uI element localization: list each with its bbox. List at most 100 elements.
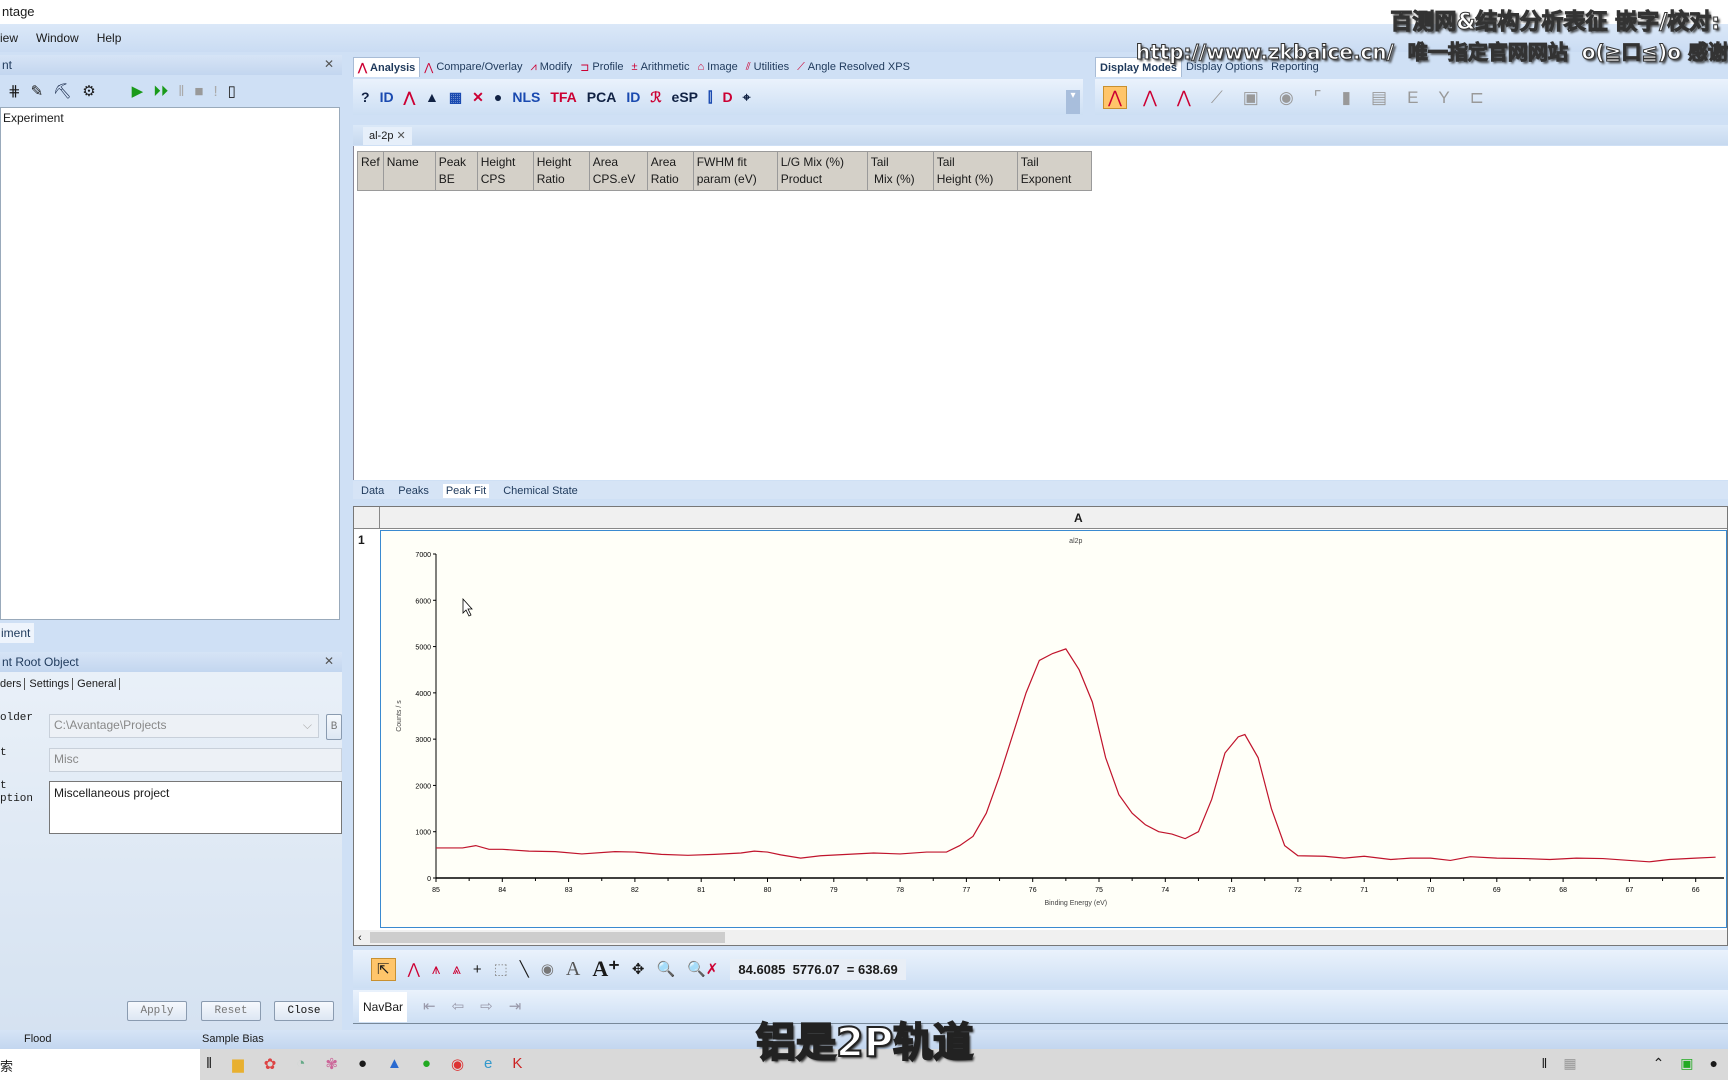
app-icon[interactable]: ✿	[264, 1055, 277, 1073]
ribbon-tab-utilities[interactable]: ⫽ Utilities	[742, 57, 793, 77]
region-select-icon[interactable]: ⬚	[494, 962, 508, 977]
tab-folders[interactable]: ders	[0, 678, 26, 690]
stop-icon[interactable]: ■	[194, 84, 203, 99]
analysis-tool-icon[interactable]: PCA	[587, 90, 617, 104]
analysis-tool-icon[interactable]: D	[722, 90, 732, 104]
analysis-tool-icon[interactable]: ID	[626, 90, 640, 104]
pan-icon[interactable]: ✥	[632, 962, 645, 977]
add-peak-icon[interactable]: ⋀	[408, 962, 420, 977]
taskbar-search[interactable]: 索	[0, 1049, 200, 1080]
column-header[interactable]: Tail Height (%)	[932, 151, 1018, 191]
close-icon[interactable]: ✕	[324, 654, 334, 668]
display-mode-icon[interactable]: ⊏	[1466, 87, 1488, 108]
folder-select[interactable]: C:\Avantage\Projects ⌵	[49, 714, 319, 738]
close-button[interactable]: Close	[274, 1001, 334, 1021]
project-field[interactable]: Misc	[49, 748, 342, 772]
first-icon[interactable]: ⇤	[423, 999, 436, 1014]
ribbon-tab-arithmetic[interactable]: ± Arithmetic	[628, 57, 694, 77]
ribbon-overflow-button[interactable]: ▾	[1066, 90, 1080, 114]
tree-item-experiment[interactable]: Experiment	[1, 108, 339, 128]
chrome-icon[interactable]: ◉	[451, 1055, 464, 1073]
analysis-tool-icon[interactable]: ▲	[425, 90, 439, 104]
column-header[interactable]: Tail Mix (%)	[866, 151, 934, 191]
analysis-tool-icon[interactable]: NLS	[512, 90, 540, 104]
qq-icon[interactable]: ●	[358, 1055, 367, 1073]
tab-peak-fit[interactable]: Peak Fit	[442, 484, 490, 498]
app-icon[interactable]: K	[512, 1055, 522, 1073]
analysis-tool-icon[interactable]: ID	[380, 90, 394, 104]
file-explorer-icon[interactable]: ▆	[232, 1055, 244, 1073]
next-icon[interactable]: ⇨	[480, 999, 493, 1014]
menu-help[interactable]: Help	[97, 31, 122, 45]
close-icon[interactable]: ✕	[324, 57, 334, 71]
select-pointer-icon[interactable]: ⇱	[371, 957, 396, 981]
play-step-icon[interactable]: ⏵⏵	[153, 84, 168, 99]
last-icon[interactable]: ⇥	[509, 999, 522, 1014]
column-header[interactable]: Area Ratio	[646, 151, 694, 191]
document-tab[interactable]: al-2p ✕	[363, 127, 412, 145]
acquire-icon[interactable]: ⛏	[53, 84, 72, 99]
tab-settings[interactable]: Settings	[29, 678, 74, 690]
horizontal-scrollbar[interactable]: ‹	[354, 930, 1727, 945]
display-mode-icon[interactable]: ⟋	[1207, 87, 1227, 108]
column-header[interactable]: Name	[382, 151, 436, 191]
display-mode-icon[interactable]: ▣	[1239, 87, 1263, 108]
display-mode-icon[interactable]: ▤	[1367, 87, 1391, 108]
browse-button[interactable]: B	[326, 714, 342, 740]
column-header[interactable]: Area CPS.eV	[588, 151, 648, 191]
display-mode-icon[interactable]: ⌜	[1310, 87, 1326, 108]
pause-icon[interactable]: ‖	[178, 84, 184, 99]
analysis-tool-icon[interactable]: ℛ	[650, 90, 661, 104]
column-header[interactable]: Peak BE	[434, 151, 478, 191]
display-mode-icon[interactable]: E	[1403, 87, 1422, 108]
grid-icon[interactable]: ⋕	[8, 84, 21, 99]
display-mode-icon[interactable]: ◉	[1275, 87, 1298, 108]
gear-icon[interactable]: ⚙	[82, 84, 95, 99]
display-mode-icon[interactable]: Y	[1434, 87, 1453, 108]
scrollbar-thumb[interactable]	[370, 932, 725, 943]
analysis-tool-icon[interactable]: ✕	[472, 90, 484, 104]
display-mode-icon[interactable]: ⋀	[1173, 87, 1195, 108]
column-header[interactable]: Height CPS	[476, 151, 534, 191]
zoom-reset-icon[interactable]: 🔍✗	[687, 962, 718, 977]
column-header[interactable]: Height Ratio	[532, 151, 590, 191]
tab-peaks[interactable]: Peaks	[398, 485, 429, 497]
display-mode-icon[interactable]: ▮	[1338, 87, 1355, 108]
chevron-up-icon[interactable]: ⌃	[1653, 1055, 1665, 1072]
ribbon-tab-compare-overlay[interactable]: ⋀ Compare/Overlay	[420, 57, 526, 77]
ribbon-tab-analysis[interactable]: ⋀ Analysis	[353, 57, 421, 77]
book-icon[interactable]: ▯	[228, 84, 236, 99]
analysis-tool-icon[interactable]: eSP	[672, 90, 698, 104]
analysis-tool-icon[interactable]: ⫿	[708, 90, 712, 104]
network-icon[interactable]: ▣	[1680, 1055, 1693, 1072]
analysis-tool-icon[interactable]: ●	[494, 90, 502, 104]
tab-general[interactable]: General	[77, 678, 121, 690]
tab-data[interactable]: Data	[361, 485, 384, 497]
qq-tray-icon[interactable]: ●	[1710, 1055, 1718, 1072]
line-tool-icon[interactable]: ╲	[520, 962, 529, 977]
analysis-tool-icon[interactable]: TFA	[550, 90, 576, 104]
analysis-tool-icon[interactable]: ⋀	[404, 90, 415, 104]
column-header[interactable]: Ref	[357, 151, 384, 191]
eye-icon[interactable]: ◉	[541, 962, 554, 977]
zoom-in-icon[interactable]: 🔍	[656, 962, 675, 977]
ribbon-tab-profile[interactable]: ⊐ Profile	[576, 57, 627, 77]
spectrum-chart[interactable]: 0 1000 2000 3000 4000 5000 6000 7000 85 84 83 82 81 8…	[381, 531, 1726, 927]
text-icon[interactable]: A	[566, 959, 580, 979]
description-textarea[interactable]: Miscellaneous project	[49, 781, 342, 834]
crosshair-icon[interactable]: +	[473, 962, 482, 977]
play-icon[interactable]: ▶	[132, 84, 144, 99]
apply-button[interactable]: Apply	[127, 1001, 187, 1021]
menu-window[interactable]: Window	[36, 31, 79, 45]
paint-icon[interactable]: ◔	[296, 1055, 305, 1073]
app-icon[interactable]: ✾	[325, 1055, 338, 1073]
tab-experiment[interactable]: iment	[0, 623, 34, 643]
display-mode-icon[interactable]: ⋀	[1103, 85, 1127, 109]
add-text-icon[interactable]: A⁺	[592, 958, 620, 980]
column-header[interactable]: FWHM fit param (eV)	[692, 151, 778, 191]
previous-icon[interactable]: ⇦	[452, 999, 465, 1014]
scroll-left-icon[interactable]: ‹	[354, 932, 362, 944]
alert-icon[interactable]: !	[213, 84, 217, 99]
tab-chemical-state[interactable]: Chemical State	[503, 485, 578, 497]
ie-icon[interactable]: e	[484, 1055, 492, 1073]
